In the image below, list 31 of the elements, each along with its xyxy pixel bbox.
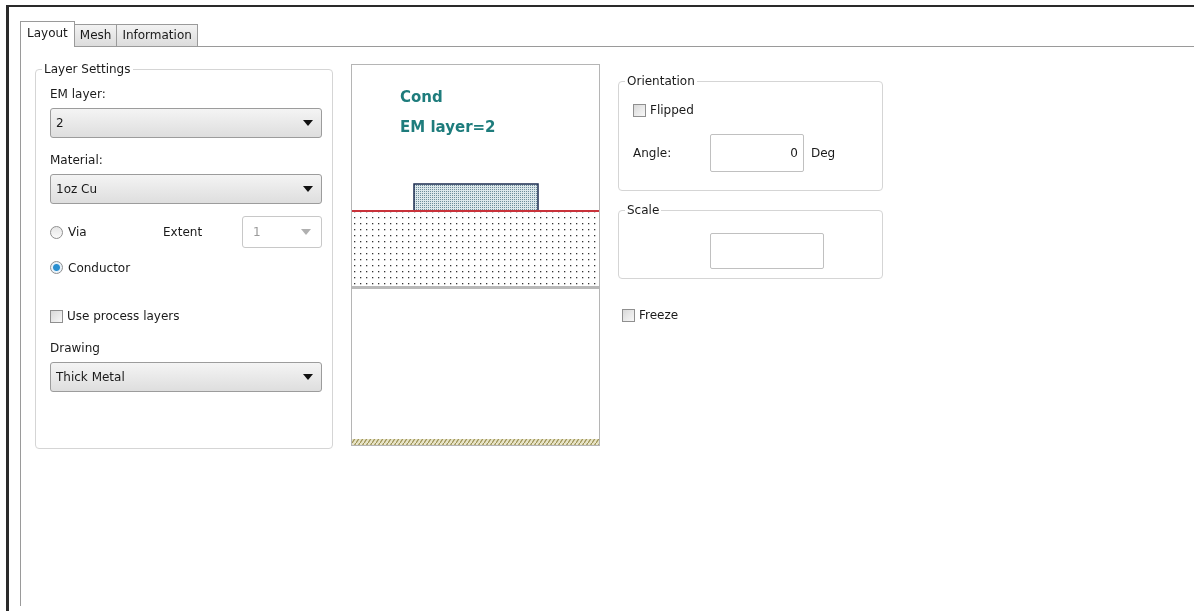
tab[interactable]: Information (116, 24, 198, 46)
field-label: Angle: (633, 146, 673, 160)
unit-label: Deg (811, 146, 836, 160)
scale-field[interactable] (710, 233, 824, 269)
radio-button[interactable] (50, 225, 63, 239)
caret-icon (301, 229, 311, 235)
checkbox[interactable] (633, 103, 646, 117)
checkbox-label: Flipped (650, 103, 694, 117)
caret-icon (303, 186, 313, 192)
checkbox[interactable] (50, 309, 63, 323)
dropdown[interactable]: Thick Metal (50, 362, 322, 392)
radio-button[interactable] (50, 261, 63, 274)
field-label: Drawing (50, 340, 101, 356)
layer-caption: EM layer=2 (400, 118, 496, 136)
radio-label: Via (68, 225, 88, 239)
dropdown[interactable]: 2 (50, 108, 322, 138)
field-label: EM layer: (50, 86, 107, 102)
checkbox-label: Use process layers (67, 309, 180, 323)
field-label: Material: (50, 152, 104, 168)
tab[interactable]: Mesh (73, 24, 118, 46)
angle-field[interactable]: 0 (710, 134, 804, 172)
radio-label: Conductor (68, 260, 132, 275)
caret-icon (303, 374, 313, 380)
field-label: Extent (163, 225, 204, 239)
checkbox-label: Freeze (639, 308, 679, 322)
checkbox[interactable] (622, 308, 635, 322)
tab[interactable]: Layout (20, 21, 75, 47)
layer-caption: Cond (400, 88, 443, 106)
dropdown[interactable]: 1oz Cu (50, 174, 322, 204)
caret-icon (303, 120, 313, 126)
group-title: Layer Settings (42, 61, 133, 77)
